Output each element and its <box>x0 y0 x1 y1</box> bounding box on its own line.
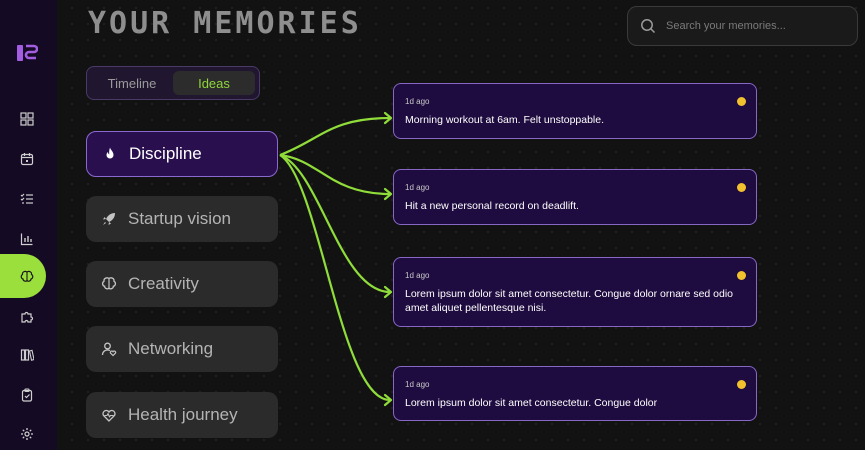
memory-text: Morning workout at 6am. Felt unstoppable… <box>405 114 605 126</box>
arrow-head <box>383 285 393 299</box>
status-dot <box>737 97 746 106</box>
memory-card[interactable]: 1d ago Morning workout at 6am. Felt unst… <box>393 83 757 139</box>
library-icon <box>20 349 34 361</box>
connector-line <box>279 153 391 196</box>
category-label: Startup vision <box>128 209 231 228</box>
sidebar-item-library[interactable] <box>18 346 36 364</box>
category-discipline[interactable]: Discipline <box>86 131 278 177</box>
tab-ideas[interactable]: Ideas <box>173 71 255 95</box>
category-health-journey[interactable]: Health journey <box>86 392 278 438</box>
category-networking[interactable]: Networking <box>86 326 278 372</box>
connector-line <box>279 153 391 294</box>
dashboard-icon <box>20 112 34 126</box>
memory-time: 1d ago <box>405 380 430 389</box>
tab-timeline[interactable]: Timeline <box>91 71 173 95</box>
brain-icon <box>100 275 118 293</box>
category-startup-vision[interactable]: Startup vision <box>86 196 278 242</box>
category-creativity[interactable]: Creativity <box>86 261 278 307</box>
sidebar-item-dashboard[interactable] <box>18 110 36 128</box>
rocket-icon <box>100 210 118 228</box>
status-dot <box>737 271 746 280</box>
brain-icon <box>20 270 34 282</box>
heart-pulse-icon <box>100 406 118 424</box>
bar-chart-icon <box>20 233 33 246</box>
memory-text: Hit a new personal record on deadlift. <box>405 200 579 212</box>
category-label: Creativity <box>128 274 199 293</box>
arrow-head <box>383 187 393 201</box>
sidebar-item-puzzle[interactable] <box>18 308 36 326</box>
memory-text: Lorem ipsum dolor sit amet consectetur. … <box>405 397 658 409</box>
status-dot <box>737 380 746 389</box>
search-box[interactable] <box>627 6 858 46</box>
arrow-head <box>383 111 393 125</box>
memory-time: 1d ago <box>405 271 430 280</box>
settings-icon <box>21 428 33 440</box>
sidebar-item-memories[interactable] <box>18 268 36 286</box>
arrow-head <box>383 393 393 407</box>
memory-card[interactable]: 1d ago Lorem ipsum dolor sit amet consec… <box>393 366 757 421</box>
connector-line <box>279 154 391 402</box>
memory-time: 1d ago <box>405 183 430 192</box>
sidebar-item-calendar[interactable] <box>18 150 36 168</box>
flame-icon <box>101 145 119 163</box>
calendar-icon <box>20 153 34 166</box>
memory-card[interactable]: 1d ago Hit a new personal record on dead… <box>393 169 757 225</box>
sidebar <box>0 0 57 450</box>
clipboard-icon <box>21 388 33 402</box>
category-label: Networking <box>128 339 214 358</box>
sidebar-item-analytics[interactable] <box>18 230 36 248</box>
connector-line <box>279 116 391 157</box>
category-label: Discipline <box>129 144 202 163</box>
puzzle-icon <box>21 311 34 323</box>
memory-time: 1d ago <box>405 97 430 106</box>
status-dot <box>737 183 746 192</box>
view-toggle: Timeline Ideas <box>86 66 260 100</box>
category-label: Health journey <box>128 405 238 424</box>
user-heart-icon <box>100 340 118 358</box>
memory-card[interactable]: 1d ago Lorem ipsum dolor sit amet consec… <box>393 257 757 327</box>
page-title: YOUR MEMORIES <box>88 6 362 41</box>
sidebar-item-clipboard[interactable] <box>18 386 36 404</box>
sidebar-item-checklist[interactable] <box>18 190 36 208</box>
checklist-icon <box>20 193 33 204</box>
search-icon <box>641 19 656 34</box>
brain-logo[interactable] <box>16 43 38 63</box>
memory-text: Lorem ipsum dolor sit amet consectetur. … <box>405 288 734 314</box>
sidebar-item-settings[interactable] <box>18 425 36 443</box>
search-input[interactable] <box>666 20 846 32</box>
